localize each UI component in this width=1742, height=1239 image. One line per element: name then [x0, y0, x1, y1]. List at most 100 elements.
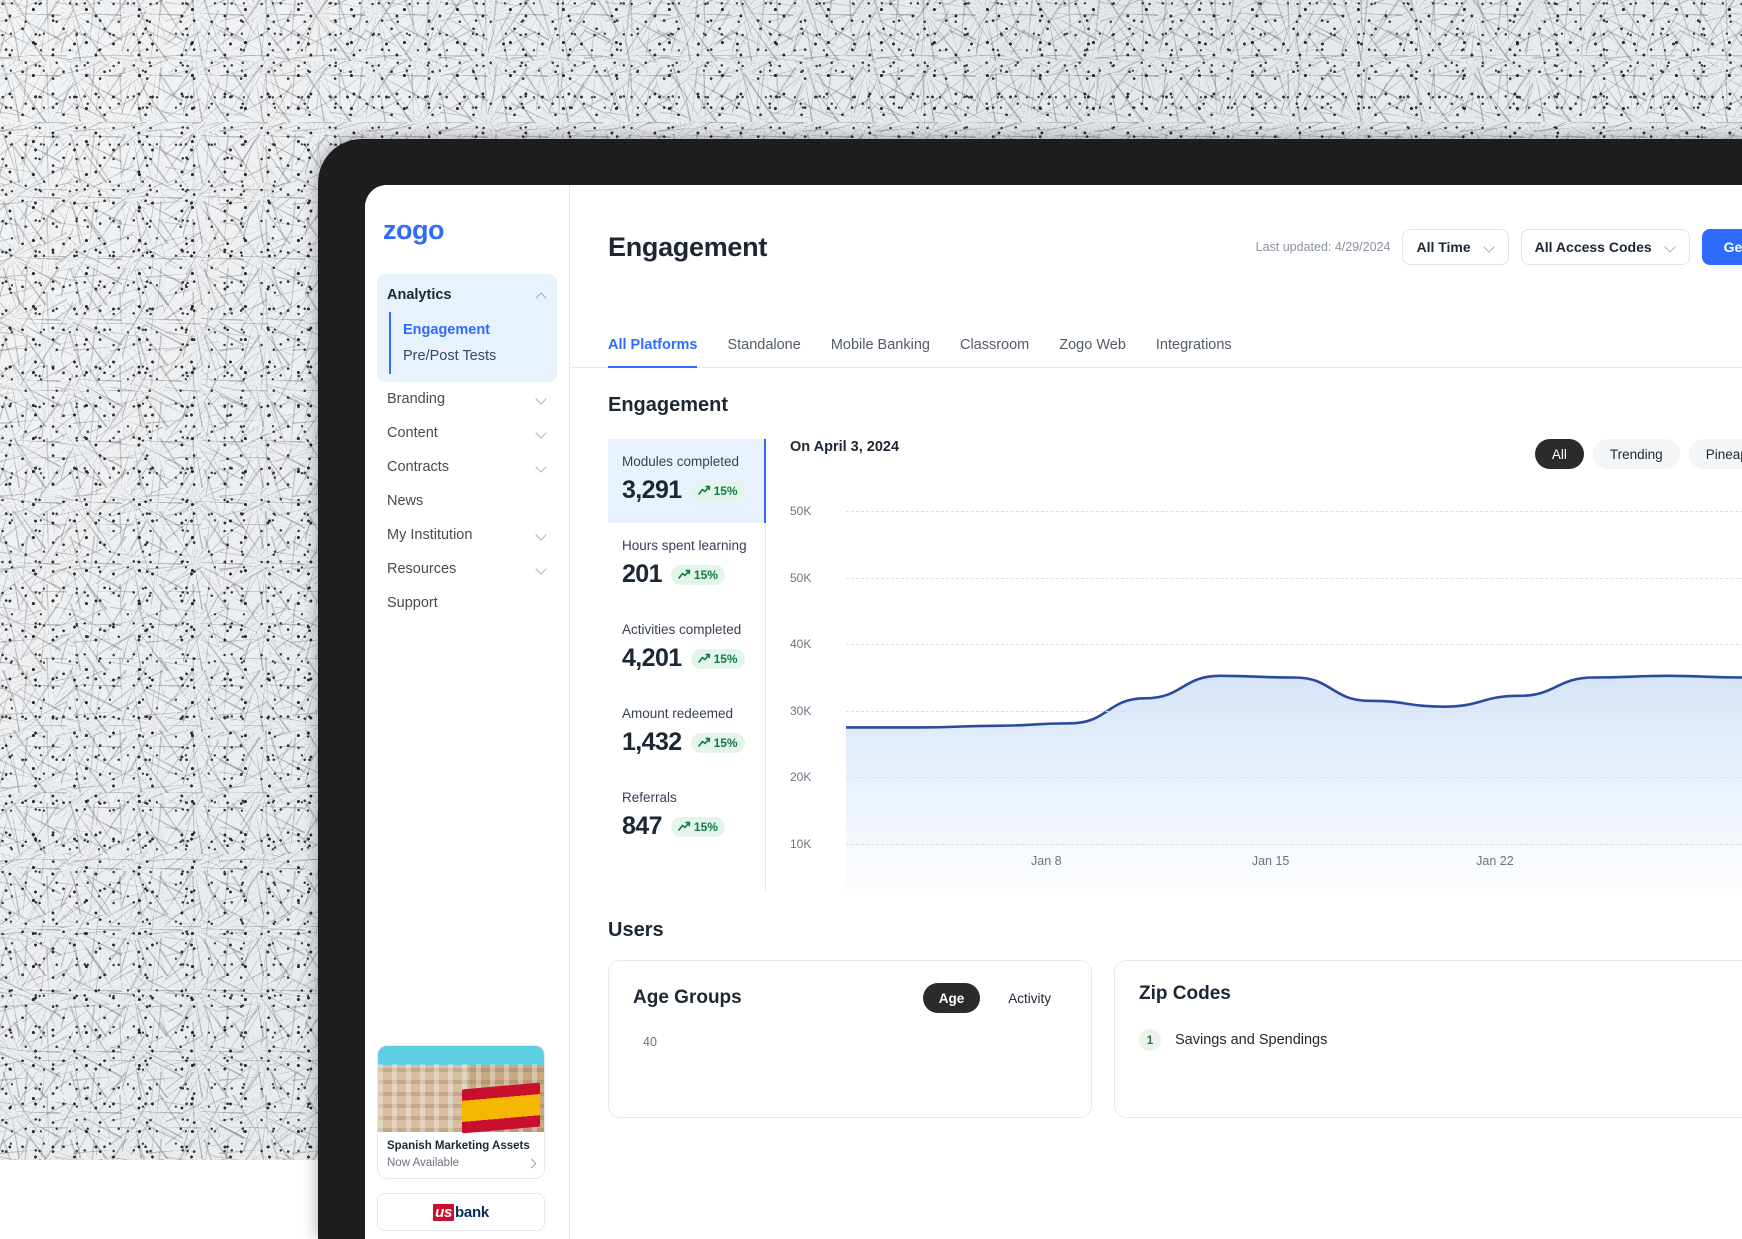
tab-zogo-web[interactable]: Zogo Web	[1059, 337, 1126, 368]
chart-svg	[846, 491, 1742, 891]
y-axis-tick-label: 30K	[790, 704, 826, 718]
access-code-filter-select[interactable]: All Access Codes	[1521, 229, 1690, 265]
sidebar-item-label: Resources	[387, 561, 456, 577]
get-report-button[interactable]: Get Report	[1702, 229, 1742, 265]
users-section-title: Users	[608, 919, 1742, 942]
y-axis-tick-label: 50K	[790, 571, 826, 585]
sidebar-item-label: Branding	[387, 391, 445, 407]
chart-date-label: On April 3, 2024	[790, 439, 899, 455]
chart-pill-all[interactable]: All	[1535, 439, 1584, 469]
metric-hours-spent-learning[interactable]: Hours spent learning 201 15%	[608, 523, 765, 607]
metric-delta-value: 15%	[714, 652, 738, 666]
promo-subtitle: Now Available	[387, 1157, 535, 1169]
sidebar-item-engagement[interactable]: Engagement	[403, 317, 557, 343]
metric-delta-badge: 15%	[691, 649, 745, 669]
chart-pill-pineapple-party[interactable]: Pineapple Party	[1689, 439, 1742, 469]
list-item[interactable]: 1 Savings and Spendings	[1139, 1025, 1742, 1055]
sidebar-nav: Analytics Engagement Pre/Post Tests Bran…	[365, 274, 569, 620]
sidebar-item-label: Contracts	[387, 459, 449, 475]
sidebar-item-branding[interactable]: Branding	[377, 382, 557, 416]
usbank-suffix: bank	[455, 1204, 489, 1221]
header-controls: Last updated: 4/29/2024 All Time All Acc…	[1256, 229, 1742, 265]
sidebar-item-support[interactable]: Support	[377, 586, 557, 620]
chevron-up-icon	[537, 290, 547, 300]
x-axis-tick-label: Jan 15	[1252, 854, 1290, 868]
chevron-down-icon	[537, 394, 547, 404]
access-code-filter-value: All Access Codes	[1535, 239, 1652, 255]
metric-activities-completed[interactable]: Activities completed 4,201 15%	[608, 607, 765, 691]
metric-amount-redeemed[interactable]: Amount redeemed 1,432 15%	[608, 691, 765, 775]
metric-label: Modules completed	[622, 454, 751, 469]
sidebar-item-analytics[interactable]: Analytics	[377, 278, 557, 312]
zogo-logo[interactable]: zogo	[365, 185, 569, 246]
zip-codes-card: Zip Codes 1 Savings and Spendings	[1114, 960, 1742, 1118]
age-activity-toggle: Age Activity	[923, 983, 1067, 1013]
sidebar-item-content[interactable]: Content	[377, 416, 557, 450]
age-groups-chart: 40	[633, 1035, 1067, 1095]
toggle-age[interactable]: Age	[923, 983, 981, 1013]
time-filter-value: All Time	[1416, 239, 1470, 255]
metric-value: 3,291	[622, 476, 682, 505]
chart-filter-pills: All Trending Pineapple Party	[1535, 439, 1742, 469]
sidebar-item-contracts[interactable]: Contracts	[377, 450, 557, 484]
engagement-chart: On April 3, 2024 All Trending Pineapple …	[766, 439, 1742, 891]
page-title: Engagement	[608, 232, 767, 263]
sidebar-item-label: Content	[387, 425, 438, 441]
sidebar-item-my-institution[interactable]: My Institution	[377, 518, 557, 552]
metric-label: Referrals	[622, 790, 751, 805]
promo-card[interactable]: Spanish Marketing Assets Now Available	[377, 1045, 545, 1179]
sidebar-item-label: News	[387, 493, 423, 509]
metric-modules-completed[interactable]: Modules completed 3,291 15%	[608, 439, 765, 523]
sidebar-group-analytics: Analytics Engagement Pre/Post Tests	[377, 274, 557, 382]
time-filter-select[interactable]: All Time	[1402, 229, 1508, 265]
users-cards: Age Groups Age Activity 40 Zip Code	[608, 960, 1742, 1118]
sidebar-item-news[interactable]: News	[377, 484, 557, 518]
trend-up-icon	[678, 569, 691, 580]
sidebar-item-label: Analytics	[387, 287, 451, 303]
metric-delta-value: 15%	[714, 736, 738, 750]
y-axis-tick-label: 50K	[790, 504, 826, 518]
metric-delta-value: 15%	[714, 484, 738, 498]
sidebar-item-label: Support	[387, 595, 438, 611]
chevron-down-icon	[1666, 242, 1676, 252]
device-frame: zogo Analytics Engagement Pre/Post Tests	[318, 139, 1742, 1239]
tab-all-platforms[interactable]: All Platforms	[608, 337, 697, 368]
metric-delta-value: 15%	[694, 568, 718, 582]
sidebar-item-label: My Institution	[387, 527, 472, 543]
sidebar-item-pre-post-tests[interactable]: Pre/Post Tests	[403, 343, 557, 369]
main-content: Engagement Last updated: 4/29/2024 All T…	[570, 185, 1742, 1239]
tab-integrations[interactable]: Integrations	[1156, 337, 1232, 368]
age-axis-value: 40	[643, 1035, 657, 1049]
sidebar-subnav: Engagement Pre/Post Tests	[377, 312, 557, 374]
zip-rank-badge: 1	[1139, 1029, 1161, 1051]
toggle-activity[interactable]: Activity	[992, 983, 1067, 1013]
promo-image	[378, 1046, 544, 1132]
metric-delta-badge: 15%	[691, 733, 745, 753]
engagement-section: Engagement Modules completed 3,291 15%	[570, 368, 1742, 891]
metric-delta-badge: 15%	[671, 565, 725, 585]
bank-logo-card[interactable]: usbank	[377, 1193, 545, 1231]
device-screen: zogo Analytics Engagement Pre/Post Tests	[365, 185, 1742, 1239]
metric-delta-badge: 15%	[691, 481, 745, 501]
tab-mobile-banking[interactable]: Mobile Banking	[831, 337, 930, 368]
metric-value: 4,201	[622, 644, 682, 673]
x-axis-tick-label: Jan 8	[1031, 854, 1062, 868]
tab-classroom[interactable]: Classroom	[960, 337, 1029, 368]
trend-up-icon	[678, 821, 691, 832]
x-axis-tick-label: Jan 22	[1476, 854, 1514, 868]
metric-referrals[interactable]: Referrals 847 15%	[608, 775, 765, 859]
chart-header: On April 3, 2024 All Trending Pineapple …	[790, 439, 1742, 469]
metric-label: Hours spent learning	[622, 538, 751, 553]
tab-standalone[interactable]: Standalone	[727, 337, 800, 368]
y-axis-tick-label: 40K	[790, 637, 826, 651]
age-groups-card: Age Groups Age Activity 40	[608, 960, 1092, 1118]
chart-pill-trending[interactable]: Trending	[1593, 439, 1680, 469]
page-header: Engagement Last updated: 4/29/2024 All T…	[570, 185, 1742, 265]
metric-delta-badge: 15%	[671, 817, 725, 837]
chart-gridline	[846, 511, 1742, 512]
y-axis-tick-label: 20K	[790, 770, 826, 784]
sidebar-item-resources[interactable]: Resources	[377, 552, 557, 586]
metric-value: 201	[622, 560, 662, 589]
usbank-logo: usbank	[433, 1204, 489, 1221]
last-updated-label: Last updated: 4/29/2024	[1256, 240, 1391, 254]
